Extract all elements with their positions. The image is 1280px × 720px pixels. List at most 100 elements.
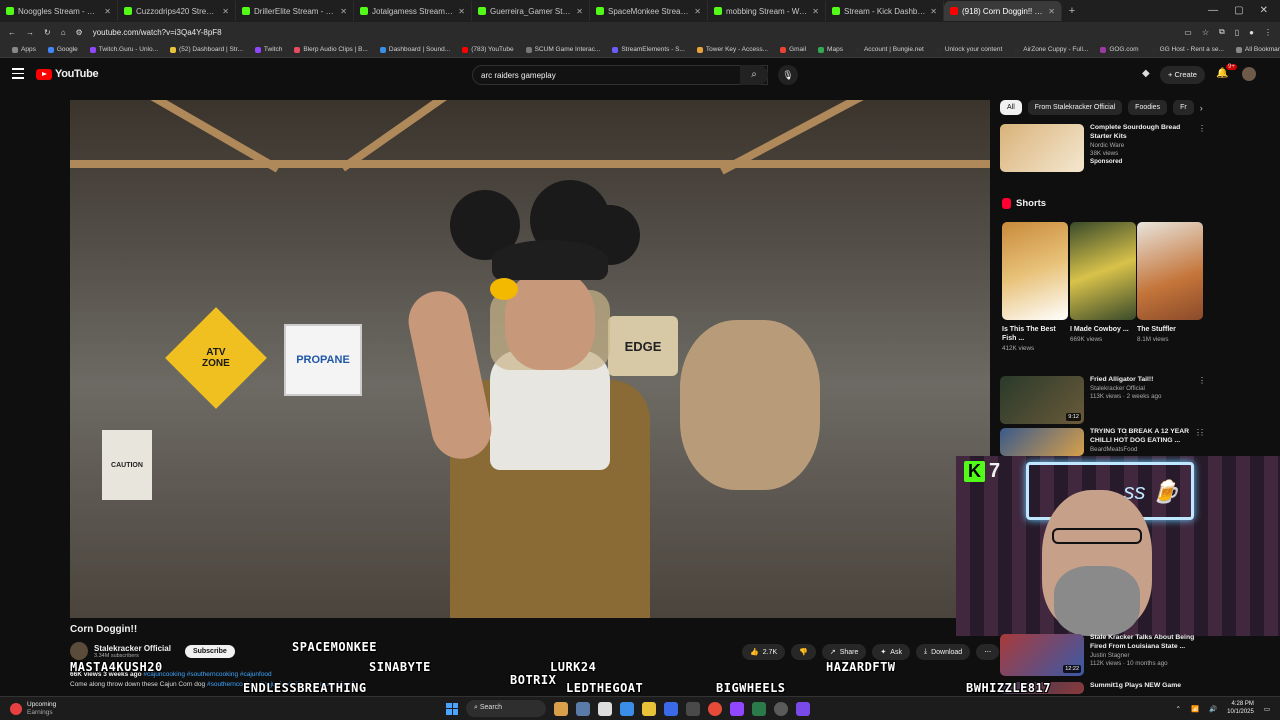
obs-icon[interactable] — [730, 701, 744, 716]
bookmark-item[interactable]: Maps — [812, 46, 849, 53]
filter-chip[interactable]: From Stalekracker Official — [1027, 100, 1123, 115]
notification-center-icon[interactable]: ▭ — [1264, 705, 1270, 713]
bookmark-item[interactable]: Dashboard | Sound... — [374, 46, 456, 53]
bookmark-item[interactable]: GG Host - Rent a se... — [1145, 46, 1230, 53]
close-icon[interactable]: ✕ — [1260, 5, 1268, 16]
hamburger-menu-icon[interactable] — [12, 68, 24, 82]
search-input[interactable]: arc raiders gameplay ✕ — [472, 65, 768, 85]
bookmark-item[interactable]: Tower Key - Access... — [691, 46, 774, 53]
subscribe-button[interactable]: Subscribe — [184, 644, 235, 658]
bookmark-item[interactable]: Google — [42, 46, 84, 53]
sidepanel-icon[interactable]: ▯ — [1235, 28, 1239, 37]
file-icon[interactable] — [598, 701, 612, 716]
bookmark-item[interactable]: (52) Dashboard | Str... — [164, 46, 249, 53]
taskbar-clock[interactable]: 4:28 PM 10/1/2025 — [1227, 701, 1254, 716]
tab-close-icon[interactable]: ✕ — [222, 7, 229, 16]
cast-icon[interactable]: ▭ — [1184, 28, 1192, 37]
filter-chip[interactable]: Fr — [1173, 100, 1194, 115]
short-item[interactable]: The Stuffler 8.1M views — [1137, 222, 1203, 343]
create-button[interactable]: + Create — [1160, 66, 1205, 84]
bookmark-item[interactable]: StreamElements - S... — [606, 46, 691, 53]
bookmark-item[interactable]: All Bookmarks — [1230, 46, 1280, 53]
recommended-video[interactable]: 9:12 Fried Alligator Tail!! Stalekracker… — [1000, 376, 1206, 424]
bookmark-item[interactable]: Unlock your content — [930, 46, 1008, 53]
bookmark-item[interactable]: Twitch.Guru - Unlo... — [84, 46, 164, 53]
recommended-video[interactable]: TRYING TO BREAK A 12 YEAR CHILLI HOT DOG… — [1000, 428, 1206, 456]
network-icon[interactable]: 📶 — [1191, 705, 1199, 713]
extension-icon[interactable]: ◆ — [1142, 68, 1150, 79]
channel-avatar[interactable] — [70, 642, 88, 660]
short-item[interactable]: Is This The Best Fish ... 412K views — [1002, 222, 1068, 352]
more-options-icon[interactable]: ⋮ — [1198, 428, 1206, 437]
browser-tab[interactable]: Guerreira_Gamer Stream - Wat ✕ — [472, 1, 590, 21]
dislike-button[interactable]: 👎 — [791, 644, 816, 660]
tab-close-icon[interactable]: ✕ — [1048, 7, 1055, 16]
store-icon[interactable] — [664, 701, 678, 716]
site-info-icon[interactable]: ⚙ — [76, 28, 83, 37]
chrome-icon[interactable] — [708, 701, 722, 716]
bookmark-item[interactable]: GOG.com — [1094, 46, 1144, 53]
share-button[interactable]: ↗ Share — [821, 644, 867, 660]
account-avatar[interactable] — [1242, 67, 1256, 81]
taskbar-search[interactable]: ⌕ Search — [466, 700, 546, 717]
back-icon[interactable]: ← — [8, 28, 16, 37]
youtube-logo[interactable]: YouTube — [36, 68, 99, 80]
sponsored-ad[interactable]: Complete Sourdough Bread Starter Kits No… — [1000, 124, 1206, 172]
tab-close-icon[interactable]: ✕ — [340, 7, 347, 16]
chevron-right-icon[interactable]: › — [1200, 103, 1203, 113]
download-button[interactable]: ⤓ Download — [915, 644, 971, 660]
tab-close-icon[interactable]: ✕ — [694, 7, 701, 16]
browser-tab[interactable]: SpaceMonkee Stream - Watch ✕ — [590, 1, 708, 21]
bookmark-item[interactable]: Blerp Audio Clips | B... — [288, 46, 374, 53]
recommended-video[interactable]: 12:22 Stale Kracker Talks About Being Fi… — [1000, 634, 1198, 676]
bookmark-star-icon[interactable]: ☆ — [1202, 28, 1209, 37]
video-player[interactable]: ATV ZONE PROPANE EDGE CAUTION — [70, 100, 990, 618]
browser-tab[interactable]: Cuzzodrips420 Stream - Watch ✕ — [118, 1, 236, 21]
app-icon[interactable] — [752, 701, 766, 716]
file-explorer-icon[interactable] — [642, 701, 656, 716]
search-button[interactable]: ⌕ — [740, 65, 768, 85]
reload-icon[interactable]: ↻ — [44, 28, 51, 37]
home-icon[interactable]: ⌂ — [61, 28, 66, 37]
short-item[interactable]: I Made Cowboy ... 669K views — [1070, 222, 1136, 343]
bookmark-item[interactable]: Account | Bungie.net — [849, 46, 930, 53]
new-tab-icon[interactable]: + — [1062, 5, 1082, 17]
browser-tab[interactable]: DrillerElite Stream - Watch Live✕ — [236, 1, 354, 21]
widgets-button[interactable]: Upcoming Earnings — [10, 701, 56, 717]
volume-icon[interactable]: 🔊 — [1209, 705, 1217, 713]
bookmark-item[interactable]: Apps — [6, 46, 42, 53]
app-icon[interactable] — [774, 701, 788, 716]
browser-menu-icon[interactable]: ⋮ — [1264, 28, 1272, 37]
edge-browser-icon[interactable] — [620, 701, 634, 716]
more-options-icon[interactable]: ⋮ — [1198, 124, 1206, 133]
browser-tab[interactable]: Nooggles Stream - Watch Live ✕ — [0, 1, 118, 21]
more-actions-button[interactable]: ⋯ — [976, 644, 1000, 660]
bookmark-item[interactable]: SCUM Game Interac... — [520, 46, 607, 53]
like-button[interactable]: 👍 2.7K — [742, 644, 786, 660]
filter-chip[interactable]: Foodies — [1128, 100, 1168, 115]
extensions-icon[interactable]: ⧉ — [1219, 27, 1225, 37]
forward-icon[interactable]: → — [26, 28, 34, 37]
app-icon[interactable] — [554, 701, 568, 716]
tab-close-icon[interactable]: ✕ — [576, 7, 583, 16]
channel-name[interactable]: Stalekracker Official — [94, 644, 171, 653]
browser-tab[interactable]: mobbing Stream - Watch Live ✕ — [708, 1, 826, 21]
browser-tab[interactable]: Stream - Kick Dashboard ✕ — [826, 1, 944, 21]
url-field[interactable]: youtube.com/watch?v=i3Qa4Y-8pF8 — [93, 28, 1175, 37]
more-options-icon[interactable]: ⋮ — [1198, 376, 1206, 385]
app-icon[interactable] — [686, 701, 700, 716]
bookmark-item[interactable]: (783) YouTube — [456, 46, 519, 53]
tab-close-icon[interactable]: ✕ — [458, 7, 465, 16]
profile-icon[interactable]: ● — [1249, 28, 1254, 37]
bookmark-item[interactable]: AirZone Cuppy - Full... — [1008, 46, 1094, 53]
tray-chevron-icon[interactable]: ⌃ — [1176, 705, 1181, 713]
browser-tab[interactable]: Jotalgamess Stream - Watch Li ✕ — [354, 1, 472, 21]
tab-close-icon[interactable]: ✕ — [930, 7, 937, 16]
tab-close-icon[interactable]: ✕ — [812, 7, 819, 16]
app-icon[interactable] — [576, 701, 590, 716]
maximize-icon[interactable]: ▢ — [1234, 5, 1243, 16]
voice-search-button[interactable]: 🎙 — [778, 65, 798, 85]
bookmark-item[interactable]: Gmail — [774, 46, 812, 53]
ask-button[interactable]: ✦ Ask — [872, 644, 910, 660]
app-icon[interactable] — [796, 701, 810, 716]
